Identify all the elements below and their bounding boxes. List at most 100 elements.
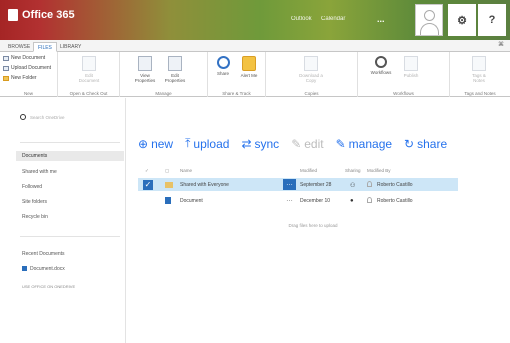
share-command[interactable]: ↻ share xyxy=(404,137,447,151)
manage-pencil-icon: ✎ xyxy=(335,136,346,151)
help-icon[interactable]: ? xyxy=(478,4,506,36)
upload-command[interactable]: ⤒ upload xyxy=(185,136,229,151)
search-icon xyxy=(20,114,26,120)
collapse-ribbon-icon[interactable]: ⌘ xyxy=(498,41,504,48)
office365-logo[interactable]: Office 365 xyxy=(8,9,75,21)
main-content: ⊕ new ⤒ upload ⇄ sync ✎ edit ✎ manage ↻ share … xyxy=(127,98,510,343)
alert-me-button[interactable]: Alert Me xyxy=(236,56,262,78)
nav-outlook[interactable]: Outlook xyxy=(291,16,312,22)
edit-document-button[interactable]: Edit Document xyxy=(76,56,102,83)
column-name[interactable]: Name xyxy=(180,168,192,173)
table-row[interactable]: ✓ Shared with Everyone … September 28 ⚇ … xyxy=(138,178,458,191)
share-icon: ↻ xyxy=(404,136,415,151)
tags-notes-button[interactable]: Tags & Notes xyxy=(466,56,492,83)
column-modified[interactable]: Modified xyxy=(300,168,317,173)
office-logo-icon xyxy=(8,9,18,21)
group-new: New Document Upload Document New Folder … xyxy=(0,52,58,97)
ellipsis-menu-button[interactable]: … xyxy=(283,195,296,206)
private-lock-icon: ● xyxy=(350,198,354,204)
nav-calendar[interactable]: Calendar xyxy=(321,16,345,22)
nav-shared-with-me[interactable]: Shared with me xyxy=(22,169,57,175)
plus-circle-icon: ⊕ xyxy=(138,136,149,151)
view-properties-button[interactable]: View Properties xyxy=(132,56,158,83)
recent-document-item[interactable]: Document.docx xyxy=(22,266,65,272)
edit-document-icon xyxy=(82,56,96,71)
row-name[interactable]: Shared with Everyone xyxy=(180,182,229,188)
group-copies: Download a Copy Copies xyxy=(266,52,358,97)
folder-icon xyxy=(3,75,9,81)
sync-command[interactable]: ⇄ sync xyxy=(241,137,279,151)
ribbon-tabs: BROWSE FILES LIBRARY ⌘ xyxy=(0,40,510,52)
suite-bar: Office 365 Outlook Calendar ... ⚙ ? xyxy=(0,0,510,40)
row-checkbox-checked-icon[interactable]: ✓ xyxy=(143,180,153,190)
use-office-link[interactable]: USE OFFICE ON ONEDRIVE xyxy=(22,284,75,289)
divider xyxy=(20,142,120,143)
avatar-head-icon xyxy=(424,10,435,21)
new-document-button[interactable]: New Document xyxy=(3,54,57,62)
view-properties-icon xyxy=(138,56,152,71)
avatar[interactable] xyxy=(415,4,443,36)
workflows-button[interactable]: Workflows xyxy=(368,56,394,75)
tab-browse[interactable]: BROWSE xyxy=(4,42,34,52)
workflows-icon xyxy=(375,56,387,68)
publish-icon xyxy=(404,56,418,71)
tags-notes-icon xyxy=(472,56,486,71)
avatar-body-icon xyxy=(420,23,439,35)
manage-command[interactable]: ✎ manage xyxy=(336,137,392,151)
edit-command[interactable]: ✎ edit xyxy=(291,137,323,151)
shared-people-icon: ⚇ xyxy=(350,183,356,189)
group-label-open-checkout: Open & Check Out xyxy=(69,91,108,96)
download-icon xyxy=(304,56,318,71)
nav-site-folders[interactable]: Site folders xyxy=(22,199,47,205)
folder-icon xyxy=(165,182,173,188)
nav-documents[interactable]: Documents xyxy=(16,151,124,161)
settings-gear-icon[interactable]: ⚙ xyxy=(448,4,476,36)
group-label-workflows: Workflows xyxy=(393,91,414,96)
upload-document-button[interactable]: Upload Document xyxy=(3,64,57,72)
group-share-track: Share Alert Me Share & Track xyxy=(208,52,266,97)
new-document-icon xyxy=(3,55,9,61)
pencil-icon: ✎ xyxy=(291,136,302,151)
tab-library[interactable]: LIBRARY xyxy=(56,42,85,52)
drag-upload-hint: Drag files here to upload xyxy=(288,223,338,228)
group-label-share-track: Share & Track xyxy=(222,91,251,96)
select-all-checkmark-icon[interactable]: ✓ xyxy=(145,168,149,174)
column-sharing[interactable]: Sharing xyxy=(345,168,361,173)
publish-button[interactable]: Publish xyxy=(398,56,424,78)
download-copy-button[interactable]: Download a Copy xyxy=(298,56,324,83)
row-modified-by[interactable]: Roberto Castillo xyxy=(377,198,413,204)
new-folder-button[interactable]: New Folder xyxy=(3,74,57,82)
word-doc-icon xyxy=(22,266,27,272)
new-command[interactable]: ⊕ new xyxy=(138,137,173,151)
edit-properties-button[interactable]: Edit Properties xyxy=(162,56,188,83)
group-tags-notes: Tags & Notes Tags and Notes xyxy=(450,52,510,97)
group-open-checkout: Edit Document Open & Check Out xyxy=(58,52,120,97)
group-label-tags-notes: Tags and Notes xyxy=(464,91,496,96)
share-icon xyxy=(216,56,230,69)
search-box[interactable]: Search OneDrive xyxy=(20,112,115,122)
sync-icon: ⇄ xyxy=(241,136,252,151)
ellipsis-menu-button[interactable]: … xyxy=(283,179,296,190)
file-type-icon: ▢ xyxy=(165,168,170,173)
share-button[interactable]: Share xyxy=(210,56,236,76)
tab-files[interactable]: FILES xyxy=(33,42,57,52)
group-workflows: Workflows Publish Workflows xyxy=(358,52,450,97)
row-name[interactable]: Document xyxy=(180,198,203,204)
brand-label: Office 365 xyxy=(22,9,75,21)
upload-arrow-icon: ⤒ xyxy=(185,136,191,150)
search-input[interactable]: Search OneDrive xyxy=(30,115,65,120)
left-nav: Search OneDrive Documents Shared with me… xyxy=(0,98,126,343)
group-label-new: New xyxy=(23,91,33,96)
divider xyxy=(20,236,120,237)
nav-followed[interactable]: Followed xyxy=(22,184,42,190)
recent-documents-heading: Recent Documents xyxy=(22,251,65,257)
command-bar: ⊕ new ⤒ upload ⇄ sync ✎ edit ✎ manage ↻ share xyxy=(138,136,459,151)
group-label-copies: Copies xyxy=(304,91,319,96)
row-modified: December 10 xyxy=(300,198,331,204)
column-headers: ✓ ▢ Name Modified Sharing Modified By xyxy=(138,166,510,176)
column-modified-by[interactable]: Modified By xyxy=(367,168,391,173)
table-row[interactable]: Document … December 10 ● Roberto Castill… xyxy=(138,194,458,207)
more-apps-button[interactable]: ... xyxy=(377,14,385,24)
row-modified-by[interactable]: Roberto Castillo xyxy=(377,182,413,188)
nav-recycle-bin[interactable]: Recycle bin xyxy=(22,214,48,220)
